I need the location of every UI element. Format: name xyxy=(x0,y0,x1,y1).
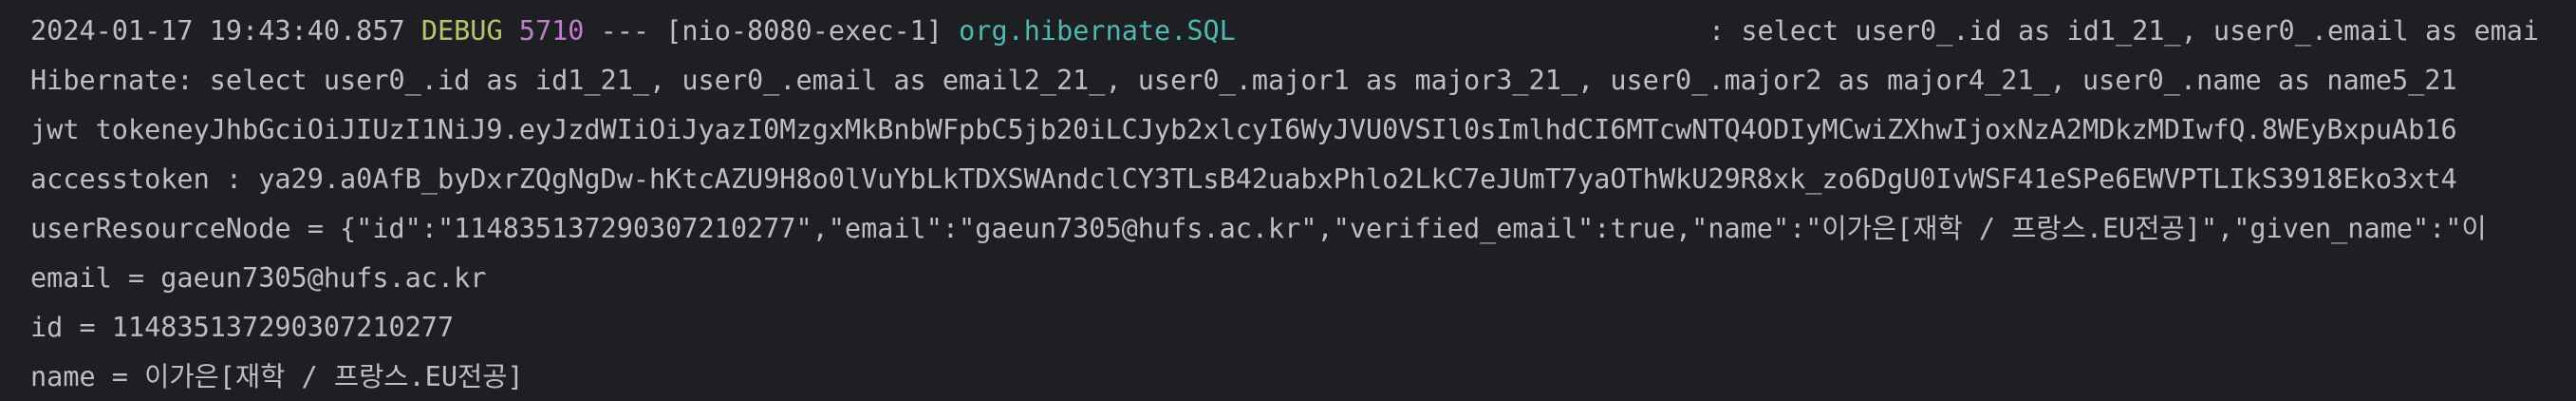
log-pid: 5710 xyxy=(518,15,585,47)
log-level: DEBUG xyxy=(420,15,503,47)
console-line-access-token: accesstoken : ya29.a0AfB_byDxrZQgNgDw-hK… xyxy=(30,163,2457,195)
log-message: : select user0_.id as id1_21_, user0_.em… xyxy=(1708,15,2540,47)
log-line-hibernate-sql: 2024-01-17 19:43:40.857 DEBUG 5710 --- [… xyxy=(30,7,1236,56)
console-line-name: name = 이가은[재학 / 프랑스.EU전공] xyxy=(30,361,524,392)
console-line-user-resource-node: userResourceNode = {"id":"11483513729030… xyxy=(30,213,2487,244)
log-thread: [nio-8080-exec-1] xyxy=(665,15,943,47)
log-timestamp: 2024-01-17 19:43:40.857 xyxy=(30,15,405,47)
log-logger[interactable]: org.hibernate.SQL xyxy=(959,15,1236,47)
console-line-id: id = 114835137290307210277 xyxy=(30,312,455,343)
console-line-jwt-token: jwt tokeneyJhbGciOiJIUzI1NiJ9.eyJzdWIiOi… xyxy=(30,114,2457,145)
console-line-hibernate: Hibernate: select user0_.id as id1_21_, … xyxy=(30,65,2457,96)
log-separator: --- xyxy=(600,15,650,47)
console-output[interactable]: 2024-01-17 19:43:40.857 DEBUG 5710 --- [… xyxy=(0,0,2576,401)
console-line-email: email = gaeun7305@hufs.ac.kr xyxy=(30,262,487,294)
